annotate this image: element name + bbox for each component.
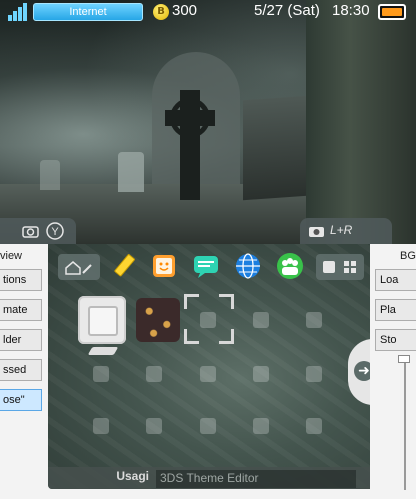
play-button[interactable]: Pla: [375, 299, 416, 321]
y-button-icon: Y: [46, 222, 64, 240]
left-panel-header: view: [0, 250, 23, 262]
grid-view-icon: [323, 261, 356, 273]
theme-author: Usagi: [116, 469, 149, 483]
svg-text:Y: Y: [51, 226, 59, 238]
left-panel-button-1[interactable]: tions: [0, 269, 42, 291]
stop-button[interactable]: Sto: [375, 329, 416, 351]
empty-slot[interactable]: [93, 366, 109, 382]
chat-icon[interactable]: [192, 252, 220, 280]
empty-slot[interactable]: [200, 366, 216, 382]
home-settings-button[interactable]: [58, 254, 100, 280]
arrow-right-icon: ➜: [354, 361, 370, 381]
volume-slider-track[interactable]: [404, 360, 406, 490]
camera-shortcut-tab[interactable]: Y: [0, 218, 76, 244]
load-button[interactable]: Loa: [375, 269, 416, 291]
celtic-cross: [180, 90, 200, 200]
screenshot-shortcut-tab[interactable]: L+R: [300, 218, 392, 244]
empty-slot[interactable]: [306, 418, 322, 434]
status-bar: Internet B 300 5/27 (Sat) 18:30: [0, 0, 416, 24]
connection-status: Internet: [33, 3, 143, 21]
pencil-icon[interactable]: [110, 252, 138, 280]
theme-info-bar: Usagi 3DS Theme Editor: [48, 467, 370, 489]
home-settings-icon: [65, 261, 92, 275]
smiley-icon[interactable]: [150, 252, 178, 280]
ivy-tree: [306, 0, 416, 244]
date-display: 5/27 (Sat): [254, 2, 320, 19]
top-screen-preview: Internet B 300 5/27 (Sat) 18:30 Y L+R: [0, 0, 416, 244]
friends-icon[interactable]: [276, 252, 304, 280]
empty-slot[interactable]: [306, 312, 322, 328]
empty-slot[interactable]: [146, 366, 162, 382]
play-coin-count: 300: [172, 2, 198, 19]
empty-slot[interactable]: [253, 366, 269, 382]
camera-icon: [22, 226, 39, 238]
empty-slot[interactable]: [253, 312, 269, 328]
play-coin-icon: B: [153, 4, 169, 20]
bottom-screen-preview: ➜ Usagi 3DS Theme Editor: [48, 244, 370, 489]
empty-slot[interactable]: [200, 312, 216, 328]
left-panel-button-3[interactable]: lder: [0, 329, 42, 351]
empty-slot[interactable]: [146, 418, 162, 434]
volume-slider-thumb[interactable]: [398, 355, 410, 363]
empty-slot[interactable]: [253, 418, 269, 434]
folder-tab: [87, 347, 119, 355]
theme-title: 3DS Theme Editor: [156, 470, 356, 488]
camera-icon: [309, 227, 324, 237]
view-toggle-button[interactable]: [316, 254, 364, 280]
gravestone: [40, 160, 60, 190]
globe-icon[interactable]: [234, 252, 262, 280]
empty-slot[interactable]: [306, 366, 322, 382]
left-panel-button-5[interactable]: ose": [0, 389, 42, 411]
left-panel-button-2[interactable]: mate: [0, 299, 42, 321]
folder-icon[interactable]: [78, 296, 126, 344]
empty-slot[interactable]: [200, 418, 216, 434]
signal-strength-icon: [8, 3, 30, 21]
celtic-cross-arm: [165, 110, 215, 126]
left-panel-button-4[interactable]: ssed: [0, 359, 42, 381]
lr-shortcut-label: L+R: [330, 223, 353, 237]
gravestone: [118, 152, 144, 192]
empty-slot[interactable]: [93, 418, 109, 434]
app-icon-pattern[interactable]: [136, 298, 180, 342]
right-panel-header: BG: [400, 250, 416, 262]
battery-icon: [378, 4, 406, 20]
home-toolbar: [48, 250, 370, 284]
time-display: 18:30: [332, 2, 370, 19]
